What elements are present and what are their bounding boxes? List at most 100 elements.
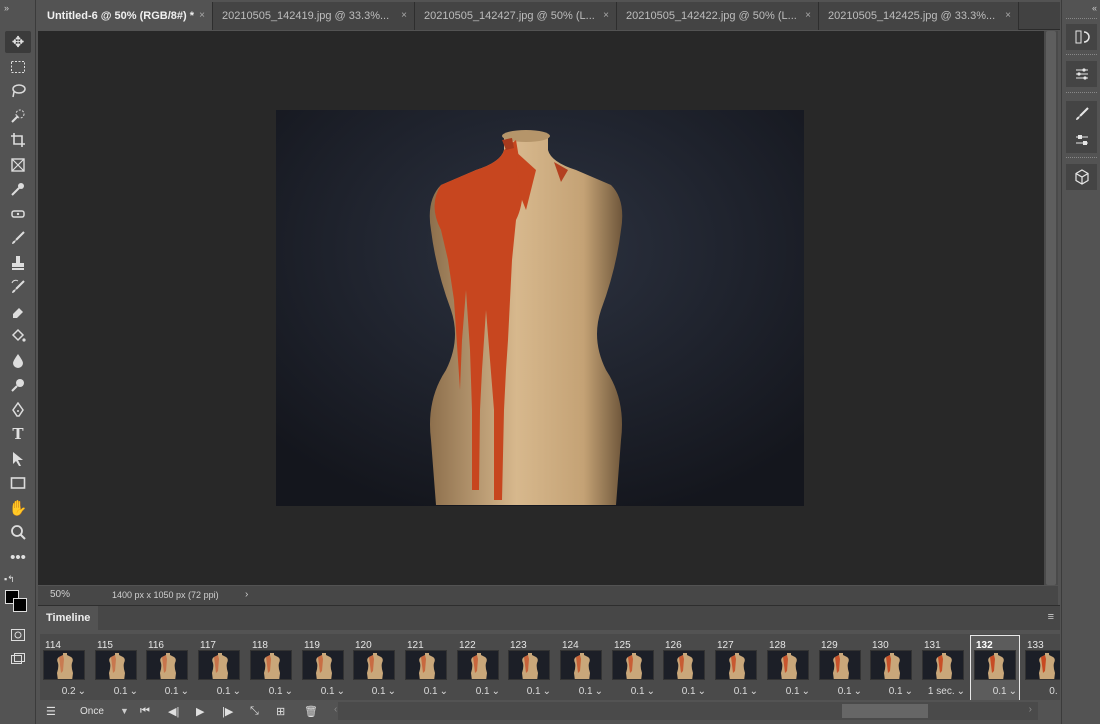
scroll-left-icon[interactable]: ‹ [334,704,337,715]
frame-delay-select[interactable]: 0.1 ⌄ [764,686,812,697]
scroll-right-icon[interactable]: › [1029,704,1032,715]
play-icon[interactable]: ▶ [196,705,204,718]
tab-untitled-6[interactable]: Untitled-6 @ 50% (RGB/8#) * × [38,2,213,30]
close-icon[interactable]: × [401,10,407,21]
dodge-icon[interactable] [5,374,31,396]
default-colors-icon[interactable]: ▪↰ [4,574,15,585]
animation-frame[interactable]: 116 0.1 ⌄ [143,636,191,700]
panel-grip[interactable] [1066,157,1097,160]
convert-timeline-icon[interactable]: ☰ [46,705,56,718]
frame-delay-select[interactable]: 0.1 ⌄ [609,686,657,697]
frame-delay-select[interactable]: 0.1 ⌄ [971,686,1019,697]
frame-delay-select[interactable]: 0.1 ⌄ [195,686,243,697]
scroll-thumb[interactable] [1046,31,1056,585]
frame-icon[interactable] [5,154,31,176]
animation-frame[interactable]: 132 0.1 ⌄ [970,635,1020,700]
3d-panel-icon[interactable] [1066,164,1097,190]
clone-stamp-icon[interactable] [5,252,31,274]
animation-frame[interactable]: 118 0.1 ⌄ [247,636,295,700]
type-icon[interactable]: T [5,423,31,445]
close-icon[interactable]: × [603,10,609,21]
animation-frame[interactable]: 131 1 sec. ⌄ [919,636,967,700]
frame-delay-select[interactable]: 0.2 ⌄ [40,686,88,697]
frame-delay-select[interactable]: 0.1 ⌄ [454,686,502,697]
frame-delay-select[interactable]: 0.1 ⌄ [350,686,398,697]
tab-20210505-142422[interactable]: 20210505_142422.jpg @ 50% (L... × [617,2,819,30]
animation-frame[interactable]: 127 0.1 ⌄ [712,636,760,700]
paint-bucket-icon[interactable] [5,325,31,347]
panel-grip[interactable] [1066,18,1097,21]
animation-frame[interactable]: 129 0.1 ⌄ [816,636,864,700]
rect-marquee-icon[interactable] [5,56,31,78]
duplicate-frame-icon[interactable]: ⊞ [276,705,285,718]
rectangle-icon[interactable] [5,472,31,494]
frame-delay-select[interactable]: 0.1 ⌄ [92,686,140,697]
adjustments-panel-icon[interactable] [1066,61,1097,87]
history-panel-icon[interactable] [1066,24,1097,50]
eraser-icon[interactable] [5,301,31,323]
first-frame-icon[interactable]: ⏮ [140,705,150,718]
delete-frame-icon[interactable]: 🗑 [304,705,318,718]
frame-delay-select[interactable]: 0.1 ⌄ [299,686,347,697]
lasso-icon[interactable] [5,80,31,102]
collapse-panels-icon[interactable]: « [1092,3,1097,13]
brushes-panel-icon[interactable] [1066,101,1097,127]
animation-frame[interactable]: 128 0.1 ⌄ [764,636,812,700]
panel-grip[interactable] [1066,54,1097,57]
frame-delay-select[interactable]: 0.1 ⌄ [505,686,553,697]
frame-delay-select[interactable]: 0.1 ⌄ [816,686,864,697]
blur-icon[interactable] [5,350,31,372]
vertical-scrollbar[interactable] [1044,31,1058,585]
animation-frame[interactable]: 124 0.1 ⌄ [557,636,605,700]
animation-frame[interactable]: 126 0.1 ⌄ [660,636,708,700]
animation-frame[interactable]: 125 0.1 ⌄ [609,636,657,700]
canvas-area[interactable] [38,31,1044,585]
eyedropper-icon[interactable] [5,178,31,200]
frame-delay-select[interactable]: 0.1 ⌄ [402,686,450,697]
animation-frame[interactable]: 123 0.1 ⌄ [505,636,553,700]
loop-options-select[interactable]: Once [80,706,104,717]
next-frame-icon[interactable]: |▶ [222,705,233,718]
history-brush-icon[interactable] [5,276,31,298]
path-select-icon[interactable] [5,448,31,470]
more-icon[interactable]: ••• [5,546,31,568]
previous-frame-icon[interactable]: ◀| [168,705,179,718]
frame-delay-select[interactable]: 0.1 ⌄ [660,686,708,697]
collapse-toolbar-icon[interactable]: » [4,3,9,13]
quick-select-icon[interactable] [5,105,31,127]
animation-frame[interactable]: 130 0.1 ⌄ [867,636,915,700]
panel-grip[interactable] [1066,92,1097,95]
animation-frame[interactable]: 115 0.1 ⌄ [92,636,140,700]
hand-icon[interactable]: ✋ [5,497,31,519]
frame-delay-select[interactable]: 1 sec. ⌄ [919,686,967,697]
close-icon[interactable]: × [1005,10,1011,21]
animation-frame[interactable]: 1330.⌄ [1022,636,1060,700]
tab-20210505-142427[interactable]: 20210505_142427.jpg @ 50% (L... × [415,2,617,30]
animation-frame[interactable]: 114 0.2 ⌄ [40,636,88,700]
close-icon[interactable]: × [805,10,811,21]
tab-20210505-142425[interactable]: 20210505_142425.jpg @ 33.3%... × [819,2,1019,30]
zoom-level[interactable]: 50% [50,589,70,600]
frame-delay-select[interactable]: 0.1 ⌄ [867,686,915,697]
move-icon[interactable]: ✥ [5,31,31,53]
frame-delay-select[interactable]: 0.⌄ [1022,686,1060,697]
document-image[interactable] [276,110,804,506]
close-icon[interactable]: × [199,10,205,21]
chevron-down-icon[interactable]: ▼ [120,706,129,716]
frame-delay-select[interactable]: 0.1 ⌄ [247,686,295,697]
animation-frame[interactable]: 122 0.1 ⌄ [454,636,502,700]
scroll-thumb[interactable] [842,704,928,718]
tween-icon[interactable]: ⤡ [250,705,259,718]
zoom-icon[interactable] [5,521,31,543]
animation-frame[interactable]: 117 0.1 ⌄ [195,636,243,700]
frame-delay-select[interactable]: 0.1 ⌄ [557,686,605,697]
frame-delay-select[interactable]: 0.1 ⌄ [712,686,760,697]
background-color-swatch[interactable] [13,598,27,612]
crop-icon[interactable] [5,129,31,151]
animation-frame[interactable]: 120 0.1 ⌄ [350,636,398,700]
brush-icon[interactable] [5,227,31,249]
animation-frame[interactable]: 121 0.1 ⌄ [402,636,450,700]
status-menu-arrow[interactable]: › [245,589,248,600]
brush-settings-panel-icon[interactable] [1066,127,1097,153]
timeline-scrollbar[interactable]: ‹ › [334,702,1038,720]
